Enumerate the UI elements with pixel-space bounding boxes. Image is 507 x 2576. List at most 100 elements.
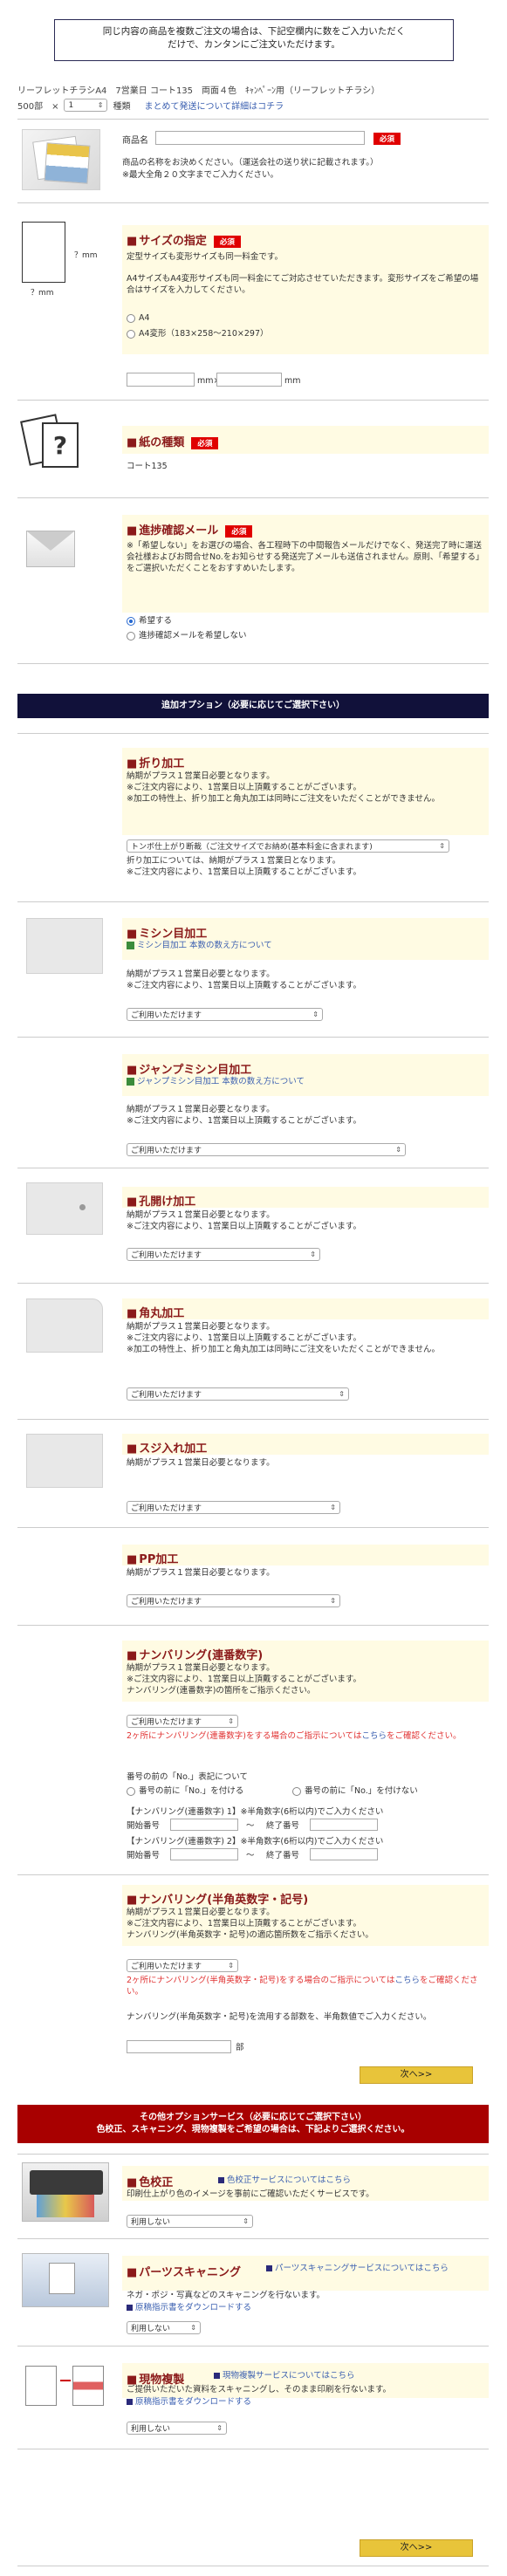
copy-link-row[interactable]: 現物複製サービスについてはこちら [214, 2370, 355, 2381]
required-badge: 必須 [373, 133, 401, 145]
pp-select[interactable]: ご利用いただけます [127, 1594, 340, 1607]
scan-title: パーツスキャニング [127, 2263, 241, 2279]
question-icon: ? [42, 422, 79, 468]
hole-image [26, 1182, 103, 1235]
copy-dl-row[interactable]: 原稿指示書をダウンロードする [127, 2396, 251, 2408]
divider [17, 202, 489, 203]
book-icon [127, 1078, 134, 1086]
arrow-icon [218, 2177, 224, 2183]
fold-l3: ※加工の特性上、折り加工と角丸加工は同時にご注文をいただくことができません。 [127, 794, 440, 804]
scan-dl-link[interactable]: 原稿指示書をダウンロードする [135, 2303, 251, 2312]
jump-link[interactable]: ジャンプミシン目加工 本数の数え方について [137, 1077, 305, 1086]
services-bar-line1: その他オプションサービス（必要に応じてご選択下さい） [140, 2113, 367, 2122]
divider [17, 497, 489, 498]
divider [17, 1037, 489, 1038]
kinds-select[interactable]: 1 [64, 99, 108, 112]
size-opt-a4[interactable]: A4 [127, 312, 150, 324]
size-desc1: 定型サイズも変形サイズも同一料金です。 [127, 252, 283, 262]
alnum-qty-input[interactable] [127, 2040, 231, 2053]
next-button[interactable]: 次へ>> [360, 2066, 473, 2084]
alnum-l2: ※ご注文内容により、1営業日以上頂戴することがございます。 [127, 1919, 361, 1929]
radio-custom[interactable] [127, 329, 135, 339]
copy-select[interactable]: 利用しない [127, 2422, 227, 2435]
notice-line1: 同じ内容の商品を複数ご注文の場合は、下記空欄内に数をご入力いただく [102, 26, 406, 37]
radio-no[interactable] [127, 631, 135, 641]
product-name-input[interactable] [155, 131, 365, 145]
alnum-unit: 部 [236, 2043, 244, 2052]
qty-label: 500部 × [17, 102, 59, 112]
copy-image [22, 2360, 109, 2415]
proof-link-row[interactable]: 色校正サービスについてはこちら [218, 2175, 351, 2186]
copy-dl-link[interactable]: 原稿指示書をダウンロードする [135, 2397, 251, 2407]
perf-l2: ※ご注文内容により、1営業日以上頂戴することがございます。 [127, 981, 361, 990]
numbering-l1: 納期がプラス１営業日必要となります。 [127, 1663, 275, 1673]
hole-title: 孔開け加工 [127, 1192, 195, 1209]
width-input[interactable] [127, 373, 195, 387]
radio-no-prefix-off[interactable] [292, 1786, 301, 1796]
start2-input[interactable] [170, 1848, 238, 1860]
final-next-button[interactable]: 次へ>> [360, 2539, 473, 2557]
hole-select[interactable]: ご利用いただけます [127, 1248, 320, 1261]
perf-title: ミシン目加工 [127, 924, 207, 941]
scan-link-row[interactable]: パーツスキャニングサービスについてはこちら [266, 2263, 484, 2274]
radio-no-prefix[interactable] [127, 1786, 135, 1796]
scan-select[interactable]: 利用しない [127, 2321, 201, 2334]
alnum-warn-link[interactable]: こちら [394, 1976, 420, 1985]
jump-select[interactable]: ご利用いただけます [127, 1143, 406, 1156]
radio-yes[interactable] [127, 616, 135, 626]
size-title: サイズの指定 [127, 235, 207, 248]
scan-link[interactable]: パーツスキャニングサービスについてはこちら [275, 2264, 449, 2273]
height-input[interactable] [216, 373, 282, 387]
fold-l5: ※ご注文内容により、1営業日以上頂戴することがございます。 [127, 867, 361, 877]
jump-l2: ※ご注文内容により、1営業日以上頂戴することがございます。 [127, 1116, 361, 1126]
notice-box: 同じ内容の商品を複数ご注文の場合は、下記空欄内に数をご入力いただく だけで、カン… [54, 19, 454, 61]
proof-title: 色校正 [127, 2173, 173, 2189]
arrow-icon [127, 2399, 133, 2405]
end2-input[interactable] [310, 1848, 378, 1860]
crease-select[interactable]: ご利用いただけます [127, 1501, 340, 1514]
numbering-end2: 終了番号 [266, 1851, 300, 1860]
numbering-warn-link[interactable]: こちら [361, 1731, 387, 1741]
numbering-r1[interactable]: 番号の前に「No.」を付ける [127, 1785, 243, 1797]
start1-input[interactable] [170, 1819, 238, 1831]
product-name-label: 商品名 [122, 136, 148, 146]
arrow-icon [127, 2305, 133, 2311]
arrow-icon [266, 2265, 272, 2271]
size-opt-custom[interactable]: A4変形（183×258〜210×297） [127, 328, 269, 339]
corner-l1: 納期がプラス１営業日必要となります。 [127, 1322, 275, 1332]
alnum-l1: 納期がプラス１営業日必要となります。 [127, 1908, 275, 1917]
numbering-n2: 【ナンバリング(連番数字) 2】※半角数字(6桁以内)でご入力ください [127, 1837, 384, 1846]
copy-desc: ご提供いただいた資料をスキャニングし、そのまま印刷を行ないます。 [127, 2385, 392, 2394]
progress-opt-no[interactable]: 進捗確認メールを希望しない [127, 630, 247, 641]
divider [17, 400, 489, 401]
ship-link[interactable]: まとめて発送について詳細はコチラ [144, 99, 284, 112]
printer-image [22, 2162, 109, 2222]
required-badge: 必須 [213, 236, 241, 248]
corner-image [26, 1298, 103, 1353]
radio-a4[interactable] [127, 313, 135, 323]
progress-opt-yes[interactable]: 希望する [127, 615, 172, 627]
pp-l1: 納期がプラス１営業日必要となります。 [127, 1568, 275, 1578]
perf-link-row[interactable]: ミシン目加工 本数の数え方について [127, 940, 272, 951]
alnum-select[interactable]: ご利用いただけます [127, 1959, 238, 1972]
arrow-icon [214, 2373, 220, 2379]
numbering-start1: 開始番号 [127, 1821, 161, 1831]
proof-select[interactable]: 利用しない [127, 2215, 253, 2228]
perf-link[interactable]: ミシン目加工 本数の数え方について [137, 941, 272, 950]
corner-select[interactable]: ご利用いただけます [127, 1387, 349, 1401]
copy-link[interactable]: 現物複製サービスについてはこちら [223, 2371, 355, 2381]
end1-input[interactable] [310, 1819, 378, 1831]
numbering-r2[interactable]: 番号の前に「No.」を付けない [292, 1785, 418, 1797]
scan-dl-row[interactable]: 原稿指示書をダウンロードする [127, 2302, 251, 2313]
proof-link[interactable]: 色校正サービスについてはこちら [227, 2175, 351, 2185]
numbering-select[interactable]: ご利用いただけます [127, 1715, 238, 1728]
mail-icon [26, 531, 75, 567]
divider [17, 2238, 489, 2239]
fold-select[interactable]: トンボ仕上がり断裁（ご注文サイズでお納め(基本料金に含まれます) [127, 839, 449, 853]
perf-select[interactable]: ご利用いただけます [127, 1008, 323, 1021]
notice-line2: だけで、カンタンにご注文いただけます。 [168, 39, 340, 50]
numbering-end1: 終了番号 [266, 1821, 300, 1831]
options-bar: 追加オプション（必要に応じてご選択下さい） [17, 694, 489, 718]
required-badge: 必須 [225, 525, 253, 538]
jump-link-row[interactable]: ジャンプミシン目加工 本数の数え方について [127, 1076, 305, 1087]
